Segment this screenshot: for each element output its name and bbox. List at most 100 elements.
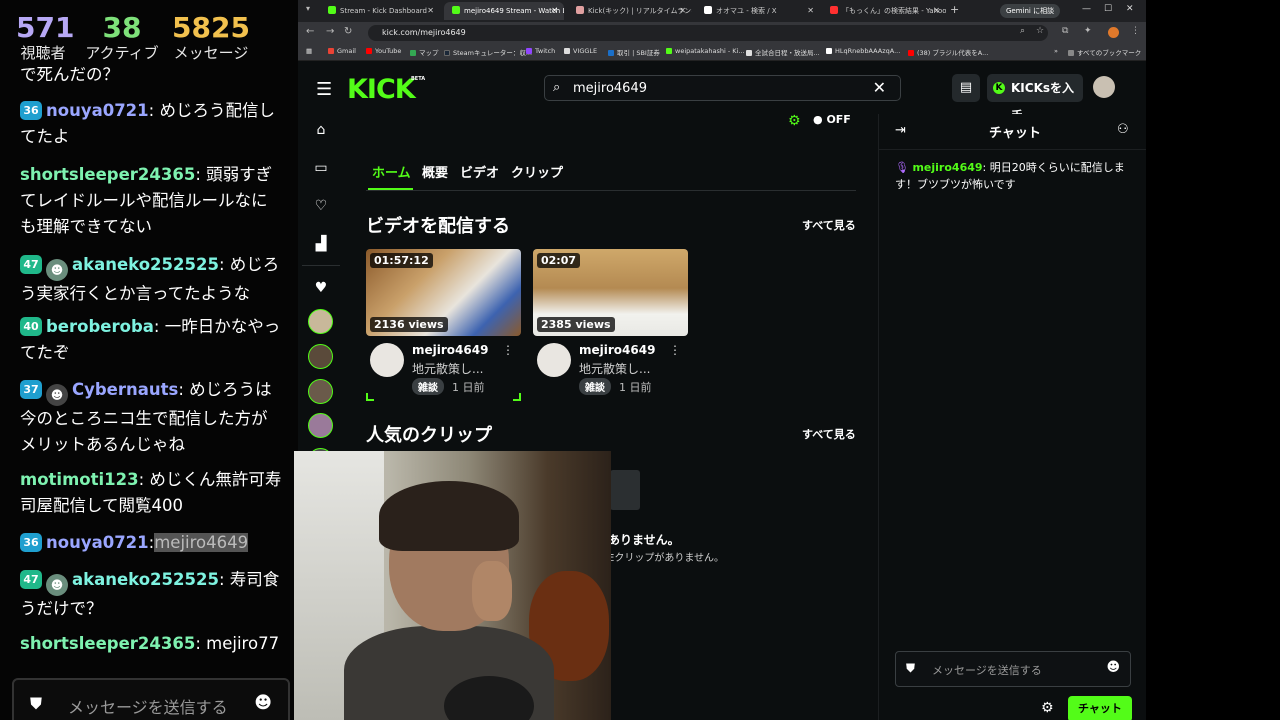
- youtube-icon: [366, 48, 372, 54]
- videos-see-all-link[interactable]: すべて見る: [802, 217, 856, 233]
- tab-clips[interactable]: クリップ: [511, 162, 563, 181]
- video-title[interactable]: 地元散策し...: [412, 360, 483, 377]
- followed-channel-avatar[interactable]: [308, 309, 333, 334]
- bookmark-item[interactable]: Twitch: [526, 47, 555, 55]
- gemini-button[interactable]: Gemini に相談: [1000, 4, 1061, 18]
- level-badge: 47: [20, 255, 42, 274]
- close-tab-icon[interactable]: ✕: [933, 2, 940, 20]
- chat-settings-gear-icon[interactable]: ⚙: [1041, 700, 1054, 716]
- maximize-icon[interactable]: ☐: [1104, 4, 1112, 14]
- chat-text: mejiro77: [206, 634, 280, 653]
- maps-icon: [410, 50, 416, 56]
- settings-gear-icon[interactable]: ⚙: [788, 113, 801, 129]
- followed-channel-avatar[interactable]: [308, 413, 333, 438]
- bookmark-item[interactable]: 取引 | SBI証券: [608, 47, 660, 57]
- close-window-icon[interactable]: ✕: [1126, 4, 1134, 14]
- video-age: 1 日前: [619, 381, 652, 394]
- overlay-message: 47 ☻ akaneko252525: めじろう実家行くとか言ってたような: [20, 255, 280, 303]
- more-options-icon[interactable]: ⋮: [669, 343, 681, 357]
- clips-see-all-link[interactable]: すべて見る: [802, 426, 856, 442]
- video-tag[interactable]: 雑談: [412, 378, 444, 395]
- tab-videos[interactable]: ビデオ: [460, 162, 499, 181]
- bookmark-item[interactable]: Steamキュレーター：収...: [444, 47, 532, 57]
- bookmark-item[interactable]: weipatakahashi - Ki...: [666, 47, 745, 55]
- shield-icon: ⛊: [906, 661, 916, 675]
- tab-label: Kick(キック) | リアルタイムランキング: [588, 7, 692, 15]
- tab-search-icon[interactable]: ▾: [306, 4, 310, 13]
- tab-label: 「もっくん」の検索結果 - Yahoo!検索: [842, 7, 946, 15]
- emoji-icon[interactable]: ☻: [1106, 660, 1120, 675]
- browser-tab[interactable]: 「もっくん」の検索結果 - Yahoo!検索✕: [822, 2, 946, 20]
- kick-logo[interactable]: KICK: [347, 74, 416, 105]
- user-avatar[interactable]: [1093, 76, 1115, 98]
- send-chat-button[interactable]: チャット: [1068, 696, 1132, 720]
- user-avatar-icon: ☻: [46, 574, 68, 596]
- reload-icon[interactable]: ↻: [344, 26, 352, 37]
- all-bookmarks-button[interactable]: すべてのブックマーク: [1068, 47, 1141, 57]
- chat-username[interactable]: mejiro4649: [912, 161, 982, 174]
- site-favicon-icon: [576, 6, 584, 14]
- browser-tab[interactable]: オオマユ - 検索 / X ✕: [696, 2, 820, 20]
- clear-search-icon[interactable]: ✕: [873, 78, 886, 97]
- overlay-message: 40 beroberoba: 一昨日かなやってたぞ: [20, 317, 281, 362]
- forward-icon[interactable]: →: [326, 26, 334, 37]
- hamburger-menu-icon[interactable]: ☰: [316, 79, 332, 100]
- bookmark-star-icon[interactable]: ☆: [1036, 26, 1044, 36]
- browser-tab-active[interactable]: mejiro4649 Stream - Watch Live✕: [444, 2, 564, 20]
- video-duration: 01:57:12: [370, 253, 433, 268]
- close-tab-icon[interactable]: ✕: [679, 2, 686, 20]
- following-icon[interactable]: ♡: [312, 198, 330, 214]
- video-channel-name[interactable]: mejiro4649: [412, 343, 488, 357]
- extension-icon[interactable]: ⧉: [1062, 26, 1068, 36]
- bookmark-item[interactable]: (38) ブラジル代表をA...: [908, 47, 988, 57]
- video-views: 2136 views: [370, 317, 448, 332]
- menu-dots-icon[interactable]: ⋮: [1131, 26, 1140, 36]
- video-tag[interactable]: 雑談: [579, 378, 611, 395]
- video-thumbnail[interactable]: 01:57:12 2136 views: [366, 249, 521, 336]
- minimize-icon[interactable]: —: [1082, 4, 1091, 14]
- chat-users-icon[interactable]: ⚇: [1117, 122, 1129, 137]
- bookmark-item[interactable]: Gmail: [328, 47, 356, 55]
- home-icon[interactable]: ⌂: [312, 122, 330, 138]
- emoji-icon[interactable]: ☻: [254, 693, 272, 713]
- url-field[interactable]: kick.com/mejiro4649: [368, 25, 1048, 41]
- back-icon[interactable]: ←: [306, 26, 314, 37]
- kick-chat-input[interactable]: ⛊ メッセージを送信する ☻: [895, 651, 1131, 687]
- browser-tab[interactable]: Stream - Kick Dashboard ✕: [320, 2, 440, 20]
- collapse-chat-icon[interactable]: ⇥: [895, 123, 906, 138]
- apps-icon[interactable]: ▦: [306, 47, 312, 55]
- stat-messages: 5825 メッセージ: [172, 12, 250, 63]
- bookmark-item[interactable]: YouTube: [366, 47, 401, 55]
- profile-icon[interactable]: [1108, 27, 1119, 38]
- video-title[interactable]: 地元散策し...: [579, 360, 650, 377]
- stat-viewers-label: 視聴者: [20, 44, 66, 62]
- esports-icon[interactable]: ▟: [312, 236, 330, 252]
- followed-channel-avatar[interactable]: [308, 379, 333, 404]
- followed-channel-avatar[interactable]: [308, 344, 333, 369]
- channel-avatar[interactable]: [537, 343, 571, 377]
- bookmarks-overflow-icon[interactable]: »: [1054, 47, 1058, 55]
- notification-toggle[interactable]: ● OFF: [813, 113, 851, 126]
- video-channel-name[interactable]: mejiro4649: [579, 343, 655, 357]
- puzzle-icon[interactable]: ✦: [1084, 26, 1092, 36]
- bookmark-item[interactable]: マップ: [410, 47, 439, 57]
- new-tab-icon[interactable]: +: [950, 3, 959, 16]
- bookmark-item[interactable]: 全試合日程・放送局...: [746, 47, 820, 57]
- browse-icon[interactable]: ▭: [312, 160, 330, 176]
- close-tab-icon[interactable]: ✕: [807, 2, 814, 20]
- bookmark-item[interactable]: HLqRnebbAAAzqA...: [826, 47, 900, 55]
- search-icon[interactable]: ⌕: [1020, 26, 1025, 36]
- kick-search-input[interactable]: ⌕ mejiro4649 ✕: [544, 75, 901, 101]
- dashboard-button[interactable]: ▤: [952, 74, 980, 102]
- bookmark-item[interactable]: VIGGLE: [564, 47, 597, 55]
- channel-avatar[interactable]: [370, 343, 404, 377]
- get-kicks-button[interactable]: KKICKsを入手: [987, 74, 1083, 123]
- overlay-chat-input[interactable]: ⛊ メッセージを送信する ☻: [12, 678, 290, 720]
- close-tab-icon[interactable]: ✕: [551, 2, 558, 20]
- tab-about[interactable]: 概要: [422, 162, 448, 181]
- more-options-icon[interactable]: ⋮: [502, 343, 514, 357]
- tab-home[interactable]: ホーム: [372, 162, 411, 181]
- close-tab-icon[interactable]: ✕: [427, 2, 434, 20]
- video-thumbnail[interactable]: 02:07 2385 views: [533, 249, 688, 336]
- browser-tab[interactable]: Kick(キック) | リアルタイムランキング✕: [568, 2, 692, 20]
